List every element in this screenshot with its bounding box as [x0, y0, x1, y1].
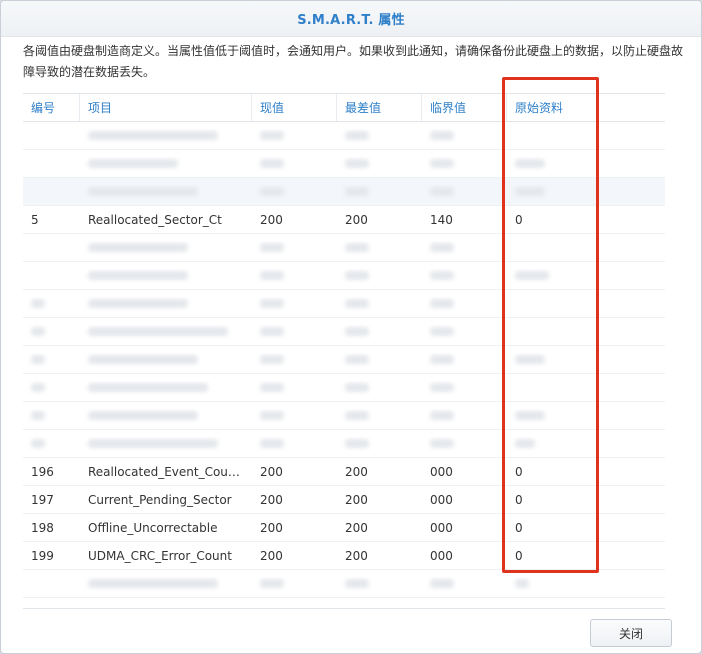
cell-item: UDMA_CRC_Error_Count [88, 548, 232, 563]
cell-item: Current_Pending_Sector [88, 492, 232, 507]
cell-raw: 0 [515, 464, 523, 479]
column-header-worst[interactable]: 最差值 [337, 94, 422, 121]
cell-raw: 0 [515, 492, 523, 507]
table-row-blurred[interactable] [23, 290, 665, 318]
cell-id: 197 [31, 492, 54, 507]
table-row-blurred[interactable] [23, 570, 665, 598]
table-row-blurred[interactable] [23, 262, 665, 290]
cell-threshold: 000 [430, 464, 453, 479]
close-button[interactable]: 关闭 [590, 619, 672, 647]
dialog-description: 各阈值由硬盘制造商定义。当属性值低于阈值时，会通知用户。如果收到此通知，请确保备… [23, 44, 684, 79]
table-row-blurred[interactable] [23, 122, 665, 150]
table-row-blurred[interactable] [23, 374, 665, 402]
cell-item: Offline_Uncorrectable [88, 520, 218, 535]
smart-attributes-dialog: S.M.A.R.T. 属性 各阈值由硬盘制造商定义。当属性值低于阈值时，会通知用… [0, 0, 702, 654]
cell-worst: 200 [345, 520, 368, 535]
cell-worst: 200 [345, 464, 368, 479]
table-row-blurred[interactable] [23, 150, 665, 178]
column-header-item[interactable]: 项目 [80, 94, 252, 121]
table-row[interactable]: 197 Current_Pending_Sector 200 200 000 0 [23, 486, 665, 514]
cell-id: 199 [31, 548, 54, 563]
dialog-titlebar: S.M.A.R.T. 属性 [1, 1, 701, 37]
cell-worst: 200 [345, 548, 368, 563]
table-row[interactable]: 199 UDMA_CRC_Error_Count 200 200 000 0 [23, 542, 665, 570]
cell-raw: 0 [515, 520, 523, 535]
cell-current: 200 [260, 492, 283, 507]
table-row-blurred[interactable] [23, 178, 665, 206]
table-row-blurred[interactable] [23, 234, 665, 262]
cell-worst: 200 [345, 212, 368, 227]
table-header: 编号 项目 现值 最差值 临界值 原始资料 [23, 94, 665, 122]
cell-current: 200 [260, 464, 283, 479]
table-row[interactable]: 198 Offline_Uncorrectable 200 200 000 0 [23, 514, 665, 542]
column-header-current[interactable]: 现值 [252, 94, 337, 121]
table-row[interactable]: 196 Reallocated_Event_Cou… 200 200 000 0 [23, 458, 665, 486]
cell-current: 200 [260, 520, 283, 535]
cell-worst: 200 [345, 492, 368, 507]
cell-raw: 0 [515, 212, 523, 227]
cell-id: 196 [31, 464, 54, 479]
footer-divider [23, 608, 665, 609]
cell-raw: 0 [515, 548, 523, 563]
dialog-title: S.M.A.R.T. 属性 [297, 13, 405, 28]
cell-item: Reallocated_Event_Cou… [88, 464, 240, 479]
table-row-blurred[interactable] [23, 402, 665, 430]
table-row[interactable]: 5 Reallocated_Sector_Ct 200 200 140 0 [23, 206, 665, 234]
table-row-blurred[interactable] [23, 430, 665, 458]
cell-threshold: 000 [430, 548, 453, 563]
table-row-blurred[interactable] [23, 318, 665, 346]
smart-table: 编号 项目 现值 最差值 临界值 原始资料 5 Reallocated_Sect… [23, 93, 665, 598]
cell-id: 5 [31, 212, 39, 227]
column-header-threshold[interactable]: 临界值 [422, 94, 507, 121]
cell-id: 198 [31, 520, 54, 535]
cell-current: 200 [260, 212, 283, 227]
column-header-raw[interactable]: 原始资料 [507, 94, 665, 121]
table-row-blurred[interactable] [23, 346, 665, 374]
cell-threshold: 000 [430, 520, 453, 535]
cell-current: 200 [260, 548, 283, 563]
cell-item: Reallocated_Sector_Ct [88, 212, 222, 227]
column-header-id[interactable]: 编号 [23, 94, 80, 121]
cell-threshold: 000 [430, 492, 453, 507]
cell-threshold: 140 [430, 212, 453, 227]
